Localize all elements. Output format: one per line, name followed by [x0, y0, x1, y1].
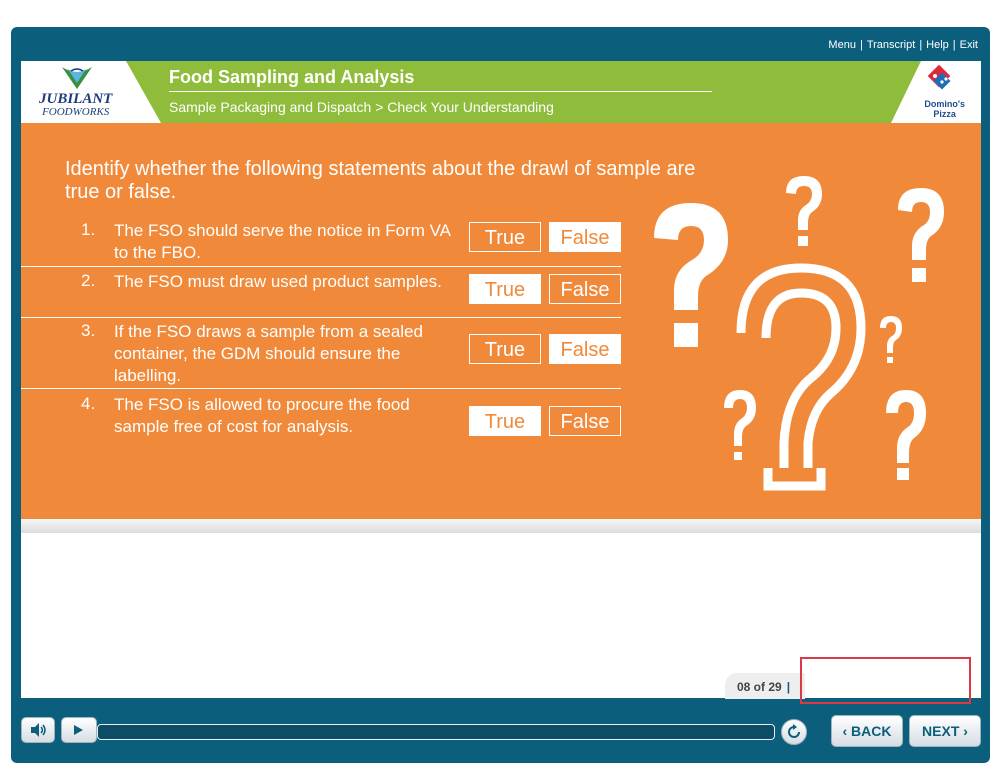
- course-title: Food Sampling and Analysis: [169, 67, 415, 87]
- page-counter-separator: |: [786, 680, 791, 694]
- true-button-1[interactable]: True: [469, 222, 541, 252]
- progress-bar[interactable]: [97, 724, 775, 740]
- item-divider: [21, 388, 621, 389]
- false-button-4[interactable]: False: [549, 406, 621, 436]
- replay-icon: [788, 724, 800, 738]
- dominos-logo-icon: [927, 65, 951, 90]
- audio-button[interactable]: [21, 717, 55, 743]
- item-statement: The FSO must draw used product samples.: [114, 272, 442, 291]
- replay-button[interactable]: [781, 719, 807, 745]
- jubilant-line1: JUBILANT: [39, 91, 113, 107]
- page-counter: 08 of 29 |: [725, 673, 805, 699]
- item-number: 4.: [81, 394, 96, 413]
- false-button-2[interactable]: False: [549, 274, 621, 304]
- play-button[interactable]: [61, 717, 97, 743]
- nav-separator: |: [919, 39, 923, 51]
- item-divider: [21, 266, 621, 267]
- true-button-3[interactable]: True: [469, 334, 541, 364]
- play-icon: [74, 725, 83, 735]
- top-navigation: Menu | Transcript | Help | Exit: [828, 39, 978, 51]
- true-button-4[interactable]: True: [469, 406, 541, 436]
- next-button[interactable]: NEXT ›: [909, 715, 981, 747]
- item-statement: The FSO is allowed to procure the food s…: [114, 395, 410, 436]
- course-header: JUBILANT FOODWORKS Food Sampling and Ana…: [21, 61, 981, 123]
- false-button-1[interactable]: False: [549, 222, 621, 252]
- player-controls: ‹ BACK NEXT ›: [11, 710, 990, 763]
- jubilant-emblem-icon: [62, 67, 92, 89]
- highlight-box: [800, 657, 971, 704]
- item-statement: The FSO should serve the notice in Form …: [114, 221, 451, 262]
- nav-separator: |: [859, 39, 863, 51]
- item-statement: If the FSO draws a sample from a sealed …: [114, 322, 423, 385]
- breadcrumb: Sample Packaging and Dispatch > Check Yo…: [169, 99, 554, 115]
- menu-link[interactable]: Menu: [828, 39, 856, 51]
- help-link[interactable]: Help: [926, 39, 949, 51]
- dominos-line1: Domino's: [924, 99, 965, 109]
- speaker-icon: [31, 723, 46, 737]
- false-button-3[interactable]: False: [549, 334, 621, 364]
- dominos-wordmark: Domino's Pizza: [924, 99, 965, 119]
- question-marks-graphic: [654, 176, 944, 491]
- title-divider: [169, 91, 712, 92]
- jubilant-line2: FOODWORKS: [42, 106, 110, 118]
- item-number: 1.: [81, 220, 96, 239]
- item-number: 2.: [81, 271, 96, 290]
- back-button[interactable]: ‹ BACK: [831, 715, 903, 747]
- nav-separator: |: [952, 39, 956, 51]
- transcript-link[interactable]: Transcript: [867, 39, 916, 51]
- dominos-line2: Pizza: [933, 109, 956, 119]
- question-panel: Identify whether the following statement…: [21, 123, 981, 519]
- jubilant-wordmark: JUBILANT FOODWORKS: [39, 91, 113, 119]
- item-divider: [21, 317, 621, 318]
- exit-link[interactable]: Exit: [960, 39, 978, 51]
- content-shelf: [21, 519, 981, 533]
- page-counter-text: 08 of 29: [737, 680, 782, 694]
- item-number: 3.: [81, 321, 96, 340]
- slide-content: Identify whether the following statement…: [21, 123, 981, 698]
- question-instruction: Identify whether the following statement…: [65, 158, 696, 203]
- true-button-2[interactable]: True: [469, 274, 541, 304]
